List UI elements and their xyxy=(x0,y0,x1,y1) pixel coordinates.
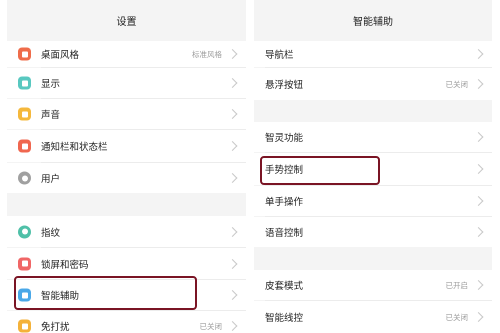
settings-item-notification[interactable]: 通知栏和状态栏 xyxy=(7,130,246,162)
sound-icon xyxy=(18,107,31,121)
assist-item-label: 单手操作 xyxy=(265,197,304,208)
assist-item-label: 智能线控 xyxy=(265,313,304,324)
settings-item-label: 声音 xyxy=(41,110,61,121)
settings-item-desktop-style[interactable]: 桌面风格 标准风格 xyxy=(7,41,246,67)
settings-item-value: 标准风格 xyxy=(192,49,222,59)
chevron-right-icon xyxy=(473,280,484,290)
settings-item-label: 指纹 xyxy=(41,227,61,239)
assist-item-cover-mode[interactable]: 皮套模式 已开启 xyxy=(254,270,492,300)
settings-item-do-not-disturb[interactable]: 免打扰 已关闭 xyxy=(7,311,246,333)
display-icon xyxy=(18,76,31,90)
settings-title: 设置 xyxy=(116,17,137,28)
chevron-right-icon xyxy=(227,49,238,59)
settings-item-user[interactable]: 用户 xyxy=(7,163,246,193)
assist-item-label: 智灵功能 xyxy=(265,133,304,144)
settings-item-label: 用户 xyxy=(41,174,61,185)
highlight-annotation-gesture-control xyxy=(260,156,380,185)
chevron-right-icon xyxy=(227,321,238,331)
chevron-right-icon xyxy=(227,226,238,237)
notification-icon xyxy=(18,139,31,153)
chevron-right-icon xyxy=(473,164,484,174)
assist-item-value: 已关闭 xyxy=(445,312,469,322)
settings-item-label: 免打扰 xyxy=(41,322,70,333)
chevron-right-icon xyxy=(473,196,484,206)
assist-item-one-hand-mode[interactable]: 单手操作 xyxy=(254,186,492,216)
settings-item-label: 显示 xyxy=(41,79,61,90)
chevron-right-icon xyxy=(227,109,238,119)
smart-assist-title: 智能辅助 xyxy=(353,17,393,28)
chevron-right-icon xyxy=(227,290,238,300)
chevron-right-icon xyxy=(473,312,484,322)
settings-item-lock[interactable]: 锁屏和密码 xyxy=(7,248,246,279)
assist-item-voice-control[interactable]: 语音控制 xyxy=(254,217,492,247)
fingerprint-icon xyxy=(18,225,31,238)
assist-item-smart-function[interactable]: 智灵功能 xyxy=(254,122,492,152)
settings-item-sound[interactable]: 声音 xyxy=(7,99,246,129)
assist-item-floating-button[interactable]: 悬浮按钮 已关闭 xyxy=(254,68,492,100)
desktop-style-icon xyxy=(18,47,31,61)
settings-item-value: 已关闭 xyxy=(199,321,223,331)
chevron-right-icon xyxy=(473,132,484,142)
user-icon xyxy=(18,171,31,185)
chevron-right-icon xyxy=(227,173,238,183)
assist-item-label: 语音控制 xyxy=(265,228,304,239)
chevron-right-icon xyxy=(473,79,484,89)
chevron-right-icon xyxy=(473,227,484,237)
settings-item-label: 通知栏和状态栏 xyxy=(41,142,108,153)
assist-item-label: 皮套模式 xyxy=(265,281,304,292)
chevron-right-icon xyxy=(227,141,238,151)
do-not-disturb-icon xyxy=(18,319,31,333)
settings-item-display[interactable]: 显示 xyxy=(7,68,246,98)
assist-item-smart-wire-control[interactable]: 智能线控 已关闭 xyxy=(254,301,492,333)
assist-item-value: 已开启 xyxy=(445,280,469,290)
assist-item-navigation-bar[interactable]: 导航栏 xyxy=(254,41,492,67)
chevron-right-icon xyxy=(473,49,484,59)
chevron-right-icon xyxy=(227,78,238,88)
settings-item-fingerprint[interactable]: 指纹 xyxy=(7,216,246,247)
lock-icon xyxy=(18,257,31,270)
settings-item-label: 锁屏和密码 xyxy=(41,259,89,271)
settings-item-label: 桌面风格 xyxy=(41,50,80,61)
chevron-right-icon xyxy=(227,258,238,269)
assist-item-label: 导航栏 xyxy=(265,50,294,61)
assist-item-value: 已关闭 xyxy=(445,79,469,89)
highlight-annotation-smart-assist xyxy=(14,276,197,310)
assist-item-label: 悬浮按钮 xyxy=(265,80,304,91)
